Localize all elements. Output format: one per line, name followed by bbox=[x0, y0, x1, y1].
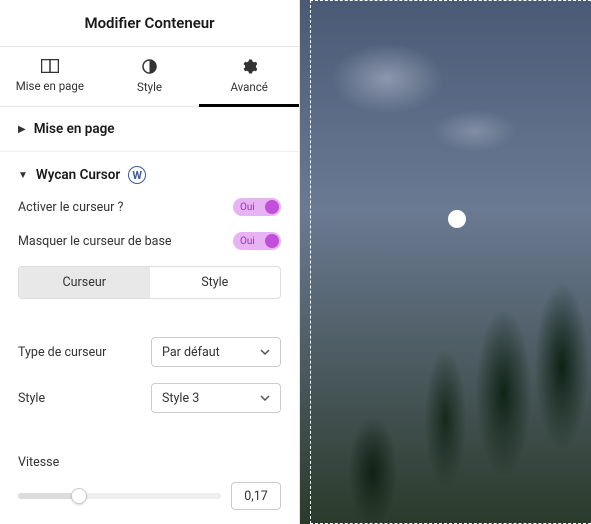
toggle-knob bbox=[265, 200, 279, 214]
wycan-badge-icon: W bbox=[128, 166, 146, 184]
settings-panel: Modifier Conteneur Mise en page Style Av… bbox=[0, 0, 300, 524]
tab-layout[interactable]: Mise en page bbox=[0, 47, 100, 106]
panel-title: Modifier Conteneur bbox=[0, 0, 299, 47]
hide-base-cursor-toggle[interactable]: Oui bbox=[233, 232, 281, 250]
section-layout: ▶ Mise en page bbox=[0, 107, 299, 152]
section-wycan-header[interactable]: ▼ Wycan Cursor W bbox=[0, 152, 299, 198]
sections: ▶ Mise en page ▼ Wycan Cursor W Activer … bbox=[0, 107, 299, 524]
style-label: Style bbox=[18, 391, 45, 406]
style-select[interactable]: Style 3 bbox=[151, 383, 281, 413]
tab-advanced-label: Avancé bbox=[230, 80, 267, 94]
style-value: Style 3 bbox=[162, 391, 199, 406]
canvas-preview[interactable] bbox=[300, 0, 591, 524]
section-wycan-title: Wycan Cursor bbox=[36, 167, 120, 183]
tabs: Mise en page Style Avancé bbox=[0, 47, 299, 107]
row-hide-base-cursor: Masquer le curseur de base Oui bbox=[18, 232, 281, 250]
gear-icon bbox=[242, 59, 257, 74]
chevron-down-icon bbox=[260, 395, 270, 401]
cursor-style-segment: Curseur Style bbox=[18, 266, 281, 299]
custom-cursor-dot bbox=[448, 210, 466, 228]
row-style: Style Style 3 bbox=[18, 383, 281, 413]
speed-slider[interactable] bbox=[18, 493, 221, 499]
toggle-oui-text: Oui bbox=[240, 236, 255, 247]
section-layout-title: Mise en page bbox=[34, 121, 115, 137]
tab-style-label: Style bbox=[137, 80, 162, 94]
speed-slider-row bbox=[18, 482, 281, 510]
cursor-type-value: Par défaut bbox=[162, 345, 220, 360]
caret-down-icon: ▼ bbox=[18, 170, 28, 181]
layout-icon bbox=[41, 59, 59, 73]
chevron-down-icon bbox=[260, 349, 270, 355]
tab-style[interactable]: Style bbox=[100, 47, 200, 106]
slider-fill bbox=[18, 493, 79, 499]
segment-style-button[interactable]: Style bbox=[150, 267, 281, 298]
row-speed: Vitesse bbox=[18, 451, 281, 510]
caret-right-icon: ▶ bbox=[18, 124, 26, 135]
toggle-knob bbox=[265, 234, 279, 248]
speed-label: Vitesse bbox=[18, 455, 59, 470]
hide-base-cursor-label: Masquer le curseur de base bbox=[18, 234, 172, 249]
contrast-icon bbox=[142, 59, 157, 74]
tab-advanced[interactable]: Avancé bbox=[199, 47, 299, 107]
tab-layout-label: Mise en page bbox=[16, 79, 84, 93]
slider-thumb bbox=[71, 488, 87, 504]
activate-cursor-toggle[interactable]: Oui bbox=[233, 198, 281, 216]
row-activate-cursor: Activer le curseur ? Oui bbox=[18, 198, 281, 216]
section-wycan-cursor: ▼ Wycan Cursor W Activer le curseur ? Ou… bbox=[0, 152, 299, 524]
activate-cursor-label: Activer le curseur ? bbox=[18, 200, 123, 215]
cursor-type-select[interactable]: Par défaut bbox=[151, 337, 281, 367]
toggle-oui-text: Oui bbox=[240, 202, 255, 213]
row-cursor-type: Type de curseur Par défaut bbox=[18, 337, 281, 367]
cursor-type-label: Type de curseur bbox=[18, 345, 106, 360]
section-wycan-body: Activer le curseur ? Oui Masquer le curs… bbox=[0, 198, 299, 524]
segment-cursor-button[interactable]: Curseur bbox=[19, 267, 150, 298]
speed-input[interactable] bbox=[231, 482, 281, 510]
container-outline bbox=[310, 0, 591, 524]
section-layout-header[interactable]: ▶ Mise en page bbox=[0, 107, 299, 151]
